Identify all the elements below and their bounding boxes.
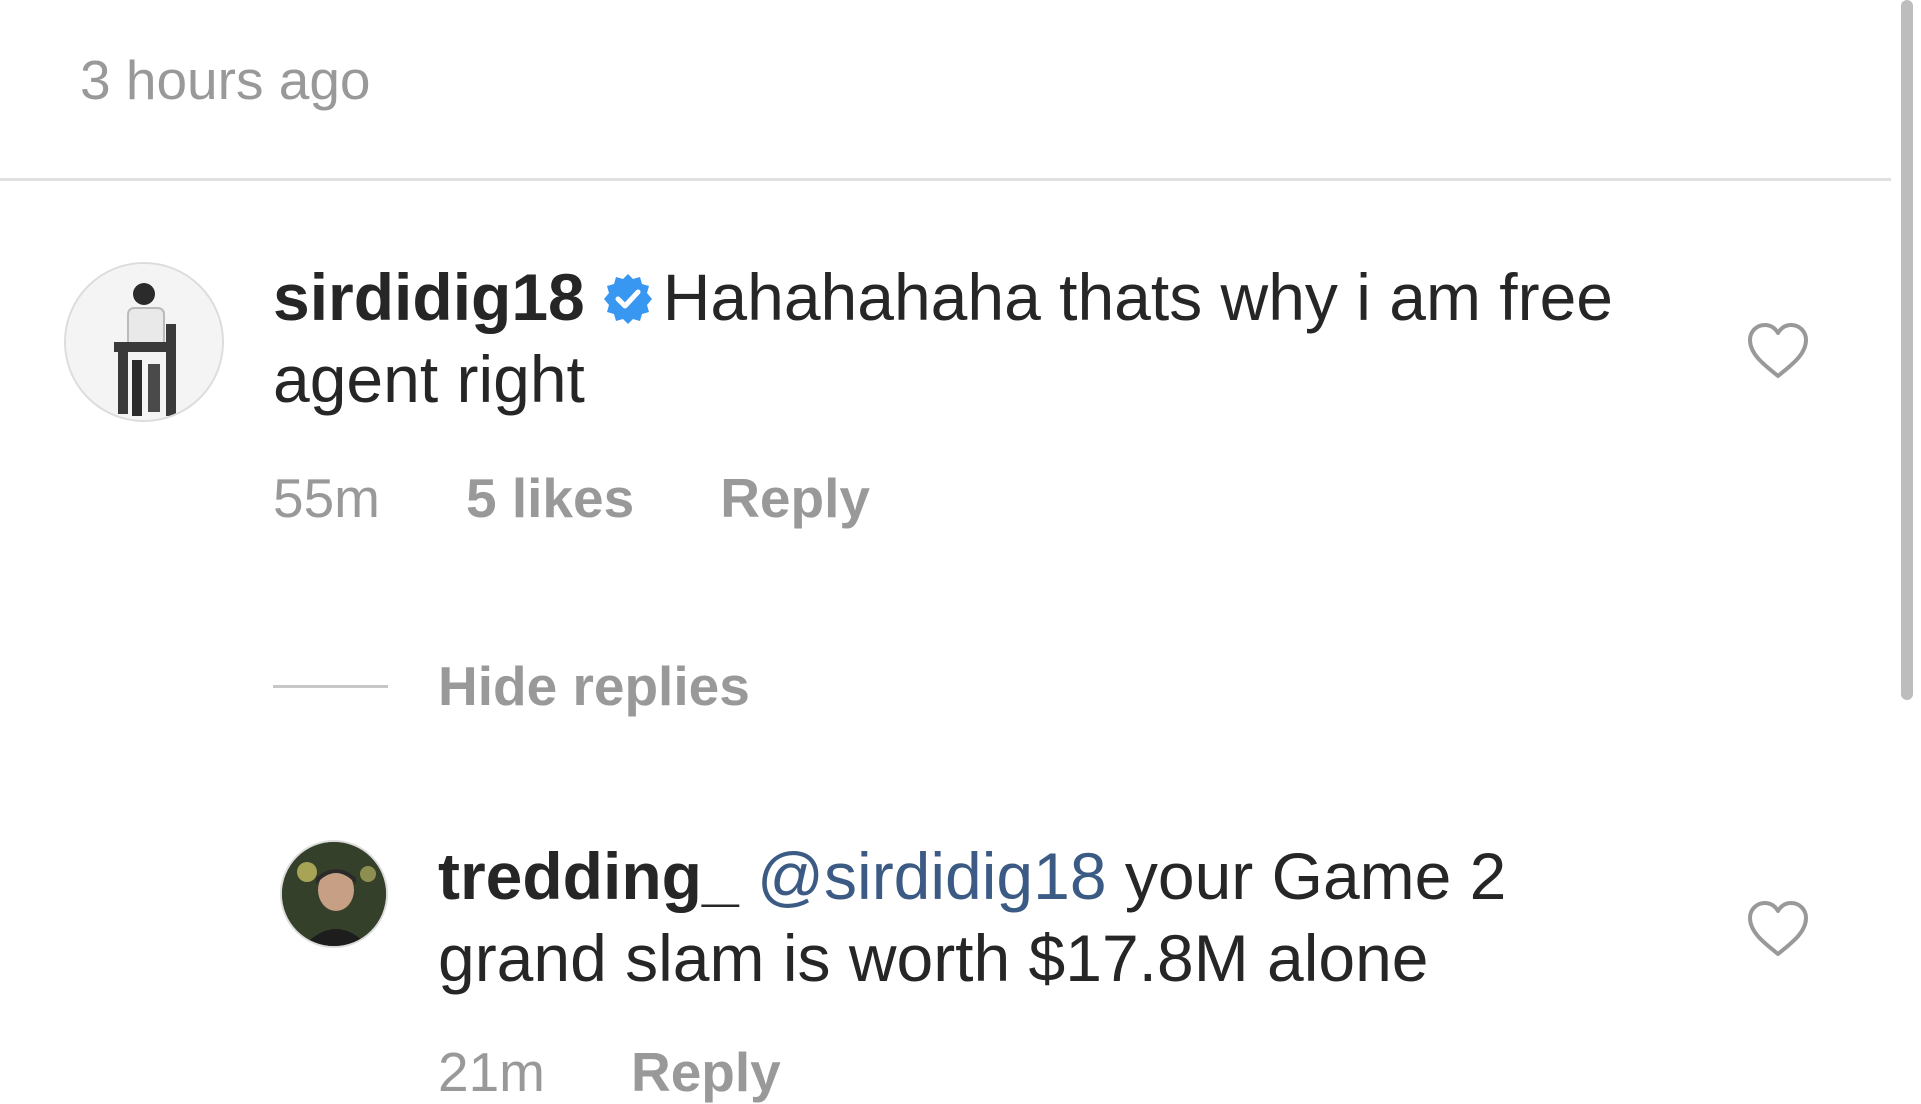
comment-time: 55m bbox=[273, 467, 380, 529]
heart-outline-icon[interactable] bbox=[1746, 322, 1810, 380]
reply-avatar-image bbox=[282, 842, 386, 946]
likes-count[interactable]: 5 likes bbox=[466, 466, 634, 530]
reply-time: 21m bbox=[438, 1041, 545, 1103]
post-timestamp: 3 hours ago bbox=[80, 49, 371, 111]
reply-meta: 21m Reply bbox=[438, 1040, 781, 1104]
comment-body: sirdidig18 Hahahahaha thats why i am free… bbox=[273, 256, 1673, 420]
comment-meta: 55m 5 likes Reply bbox=[273, 466, 870, 530]
reply-username[interactable]: tredding_ bbox=[438, 839, 739, 913]
heart-outline-icon[interactable] bbox=[1746, 900, 1810, 958]
reply-avatar[interactable] bbox=[280, 840, 388, 948]
hide-replies-line bbox=[273, 684, 388, 688]
hide-replies-toggle[interactable]: Hide replies bbox=[273, 654, 750, 718]
comment-username[interactable]: sirdidig18 bbox=[273, 260, 585, 334]
scrollbar[interactable] bbox=[1901, 0, 1913, 700]
reply-mention[interactable]: @sirdidig18 bbox=[757, 839, 1107, 913]
hide-replies-label: Hide replies bbox=[438, 655, 750, 717]
reply-body: tredding_ @sirdidig18 your Game 2 grand … bbox=[438, 835, 1688, 999]
reply-reply-button[interactable]: Reply bbox=[631, 1040, 781, 1104]
avatar-image bbox=[66, 264, 222, 420]
reply-button[interactable]: Reply bbox=[720, 466, 870, 530]
verified-badge-icon bbox=[601, 262, 655, 324]
avatar[interactable] bbox=[64, 262, 224, 422]
divider bbox=[0, 178, 1891, 181]
